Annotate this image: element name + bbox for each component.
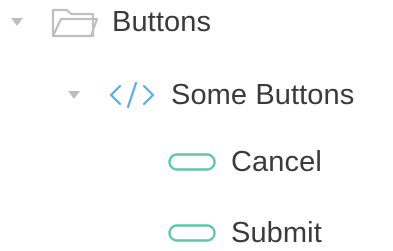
layer-tree: Buttons Some Buttons Cancel Submit [0, 0, 393, 251]
collapse-toggle-icon[interactable] [65, 86, 83, 104]
code-icon [107, 80, 157, 110]
tree-item-label: Submit [231, 217, 322, 249]
tree-item-label: Some Buttons [171, 79, 355, 111]
folder-icon [48, 5, 102, 39]
collapse-toggle-icon[interactable] [8, 13, 26, 31]
button-icon [167, 224, 217, 242]
tree-item-some-buttons[interactable]: Some Buttons [65, 74, 354, 116]
button-icon [167, 153, 217, 171]
tree-item-buttons[interactable]: Buttons [8, 1, 211, 43]
tree-item-label: Buttons [112, 6, 212, 38]
tree-item-cancel[interactable]: Cancel [167, 141, 322, 183]
tree-item-label: Cancel [231, 146, 322, 178]
tree-item-submit[interactable]: Submit [167, 212, 322, 251]
